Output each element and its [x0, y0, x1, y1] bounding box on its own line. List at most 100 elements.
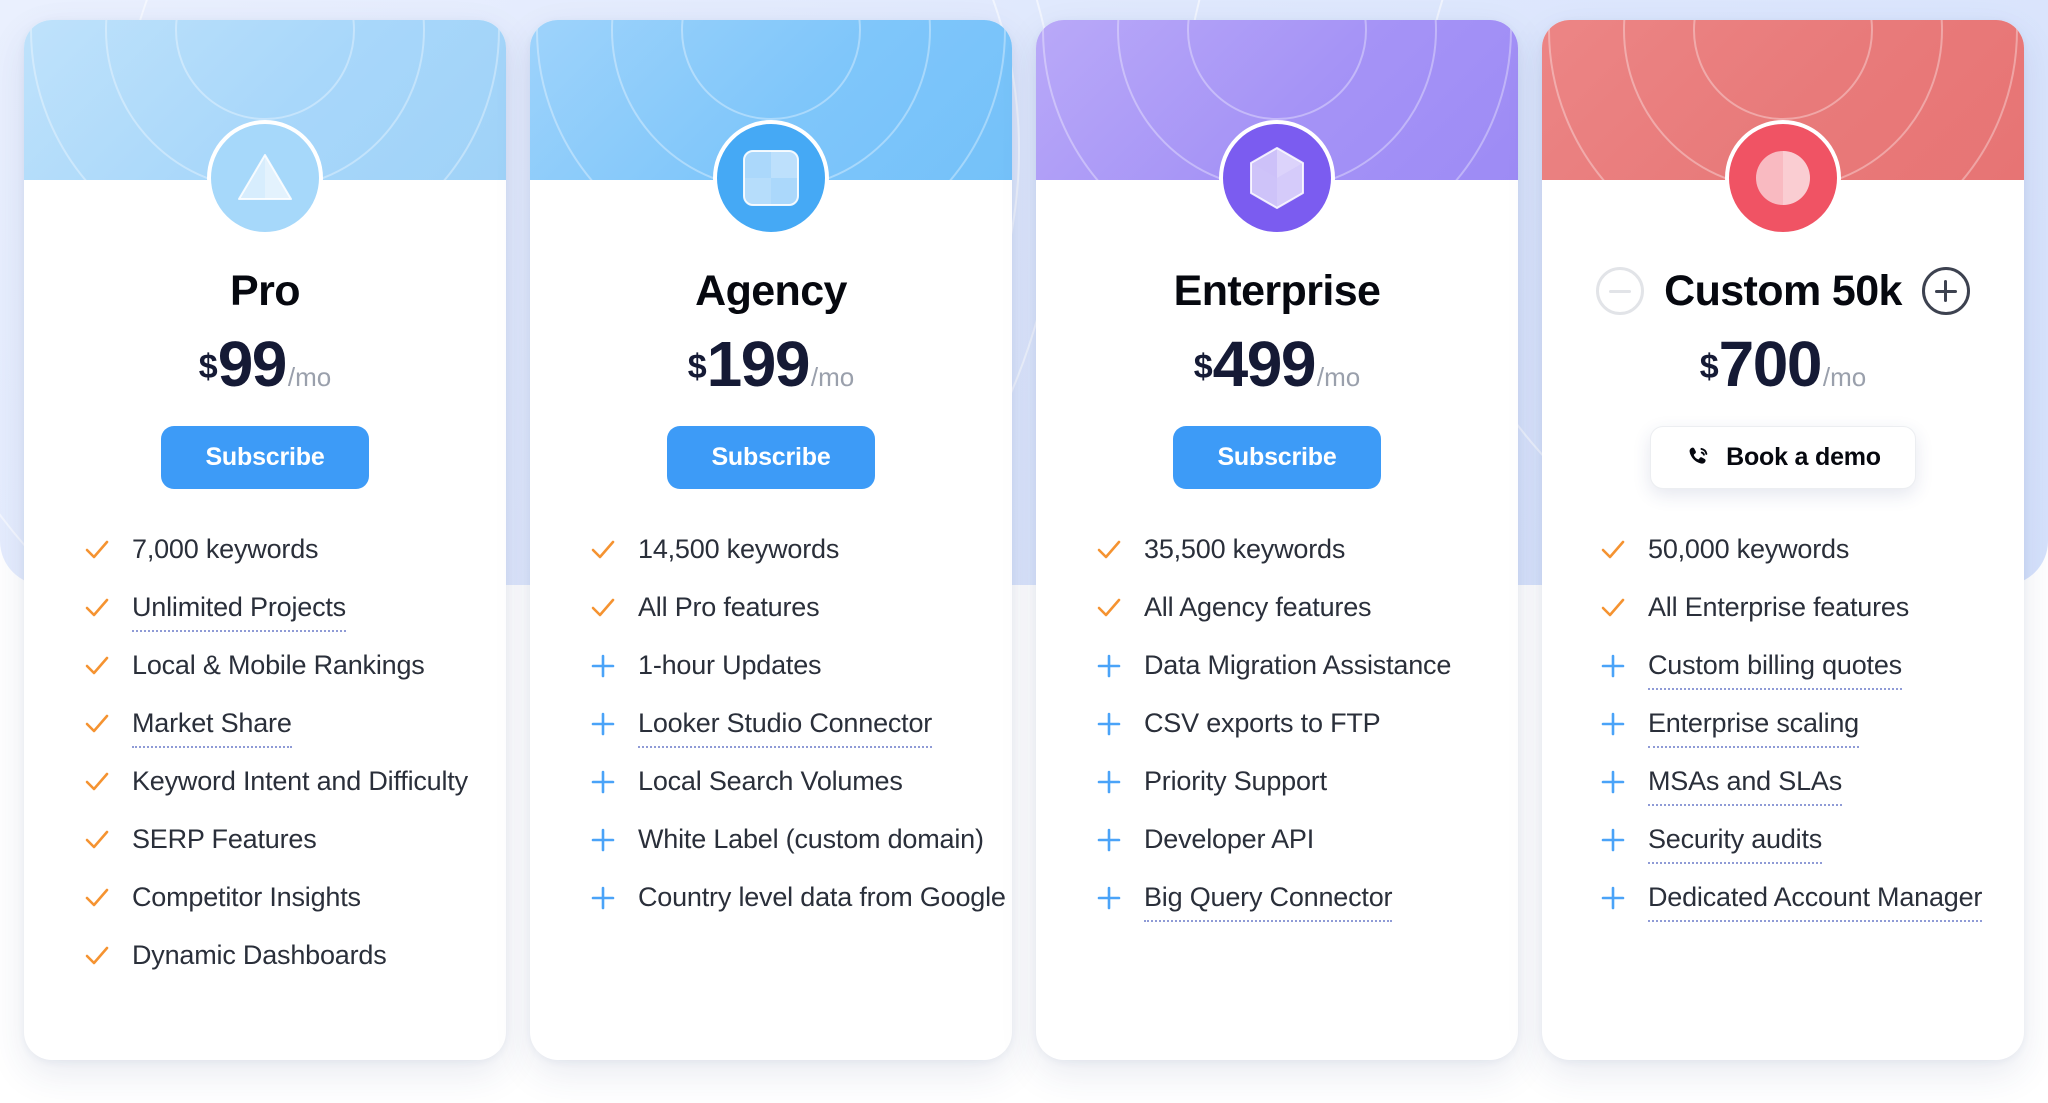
- plus-icon: [1097, 770, 1121, 794]
- feature-item: Market Share: [84, 707, 506, 765]
- increment-button[interactable]: [1921, 267, 1970, 315]
- feature-label[interactable]: Dedicated Account Manager: [1648, 881, 1982, 922]
- pricing-card-custom: Custom 50k $700/mo Book a demo 50,000 keywo…: [1542, 20, 2024, 1060]
- feature-label[interactable]: Custom billing quotes: [1648, 649, 1902, 690]
- feature-item: All Enterprise features: [1600, 591, 2024, 649]
- price-period: /mo: [810, 362, 855, 392]
- feature-item: Dedicated Account Manager: [1600, 881, 2024, 939]
- book-demo-label: Book a demo: [1726, 443, 1881, 471]
- check-icon: [85, 540, 109, 559]
- feature-item: White Label (custom domain): [590, 823, 1012, 881]
- plus-icon: [1601, 654, 1625, 678]
- check-icon: [85, 598, 109, 617]
- plus-icon: [1097, 712, 1121, 736]
- feature-label: 7,000 keywords: [132, 534, 319, 564]
- feature-label[interactable]: Enterprise scaling: [1648, 707, 1859, 748]
- plus-icon: [1601, 828, 1625, 852]
- feature-item: Unlimited Projects: [84, 591, 506, 649]
- plan-name: Enterprise: [1173, 266, 1381, 315]
- feature-label: All Pro features: [638, 592, 820, 622]
- decrement-button[interactable]: [1596, 267, 1645, 315]
- check-icon: [85, 714, 109, 733]
- subscribe-button[interactable]: Subscribe: [1173, 426, 1381, 489]
- price-amount: 99: [217, 328, 288, 400]
- feature-item: Priority Support: [1096, 765, 1518, 823]
- feature-label: Country level data from Google: [638, 882, 1006, 912]
- plus-icon: [1601, 770, 1625, 794]
- feature-label: 35,500 keywords: [1144, 534, 1346, 564]
- feature-label[interactable]: Big Query Connector: [1144, 881, 1393, 922]
- card-body: Pro $99/mo Subscribe 7,000 keywords Unlimite…: [24, 180, 506, 997]
- feature-label: White Label (custom domain): [638, 824, 984, 854]
- feature-item: MSAs and SLAs: [1600, 765, 2024, 823]
- cta-wrapper: Subscribe: [1036, 426, 1518, 489]
- currency-symbol: $: [687, 348, 707, 386]
- price-period: /mo: [287, 362, 332, 392]
- pricing-card-grid: Pro $99/mo Subscribe 7,000 keywords Unlimite…: [0, 0, 2048, 1103]
- feature-label[interactable]: MSAs and SLAs: [1648, 765, 1842, 806]
- feature-label[interactable]: Market Share: [132, 707, 292, 748]
- feature-item: Local Search Volumes: [590, 765, 1012, 823]
- squares-icon: [713, 120, 829, 236]
- feature-list: 7,000 keywords Unlimited Projects Local & …: [24, 533, 506, 997]
- feature-item: All Agency features: [1096, 591, 1518, 649]
- feature-label: All Enterprise features: [1648, 592, 1910, 622]
- check-icon: [1097, 598, 1121, 617]
- plus-icon: [1097, 654, 1121, 678]
- plan-title-row: Custom 50k: [1542, 264, 2024, 318]
- subscribe-button[interactable]: Subscribe: [667, 426, 875, 489]
- feature-label: Local & Mobile Rankings: [132, 650, 425, 680]
- feature-label: 50,000 keywords: [1648, 534, 1850, 564]
- plan-title-row: Agency: [530, 264, 1012, 318]
- check-icon: [85, 656, 109, 675]
- feature-item: Dynamic Dashboards: [84, 939, 506, 997]
- feature-label[interactable]: Unlimited Projects: [132, 591, 346, 632]
- plan-price: $199/mo: [530, 332, 1012, 396]
- currency-symbol: $: [1699, 348, 1719, 386]
- feature-label: Data Migration Assistance: [1144, 650, 1452, 680]
- feature-label: Developer API: [1144, 824, 1314, 854]
- plan-name: Agency: [695, 266, 847, 315]
- feature-list: 35,500 keywords All Agency features Data M…: [1036, 533, 1518, 939]
- feature-item: All Pro features: [590, 591, 1012, 649]
- feature-label: 14,500 keywords: [638, 534, 840, 564]
- pricing-card-agency: Agency $199/mo Subscribe 14,500 keywords All…: [530, 20, 1012, 1060]
- check-icon: [85, 830, 109, 849]
- phone-icon: [1689, 447, 1708, 464]
- pricing-page: Pro $99/mo Subscribe 7,000 keywords Unlimite…: [0, 0, 2048, 1103]
- check-icon: [85, 888, 109, 907]
- pricing-card-enterprise: Enterprise $499/mo Subscribe 35,500 keyword…: [1036, 20, 1518, 1060]
- price-amount: 700: [1718, 328, 1823, 400]
- feature-label: Competitor Insights: [132, 882, 361, 912]
- plan-title-row: Enterprise: [1036, 264, 1518, 318]
- plus-icon: [1097, 886, 1121, 910]
- feature-item: 35,500 keywords: [1096, 533, 1518, 591]
- book-demo-button[interactable]: Book a demo: [1650, 426, 1916, 489]
- plus-icon: [1097, 828, 1121, 852]
- feature-item: CSV exports to FTP: [1096, 707, 1518, 765]
- feature-label[interactable]: Security audits: [1648, 823, 1822, 864]
- feature-item: Country level data from Google: [590, 881, 1012, 939]
- cta-wrapper: Book a demo: [1542, 426, 2024, 489]
- feature-item: Looker Studio Connector: [590, 707, 1012, 765]
- check-icon: [591, 540, 615, 559]
- plus-icon: [1601, 712, 1625, 736]
- feature-label: SERP Features: [132, 824, 317, 854]
- feature-label[interactable]: Looker Studio Connector: [638, 707, 932, 748]
- feature-item: 7,000 keywords: [84, 533, 506, 591]
- plan-price: $99/mo: [24, 332, 506, 396]
- feature-item: Local & Mobile Rankings: [84, 649, 506, 707]
- circle-icon: [1725, 120, 1841, 236]
- card-body: Custom 50k $700/mo Book a demo 50,000 keywo…: [1542, 180, 2024, 939]
- plus-icon: [591, 886, 615, 910]
- feature-label: 1-hour Updates: [638, 650, 822, 680]
- currency-symbol: $: [1193, 348, 1213, 386]
- price-amount: 199: [706, 328, 811, 400]
- feature-list: 14,500 keywords All Pro features 1-hour Up…: [530, 533, 1012, 939]
- check-icon: [85, 772, 109, 791]
- price-period: /mo: [1316, 362, 1361, 392]
- pricing-card-pro: Pro $99/mo Subscribe 7,000 keywords Unlimite…: [24, 20, 506, 1060]
- subscribe-button[interactable]: Subscribe: [161, 426, 369, 489]
- feature-label: Keyword Intent and Difficulty: [132, 766, 468, 796]
- plus-icon: [591, 712, 615, 736]
